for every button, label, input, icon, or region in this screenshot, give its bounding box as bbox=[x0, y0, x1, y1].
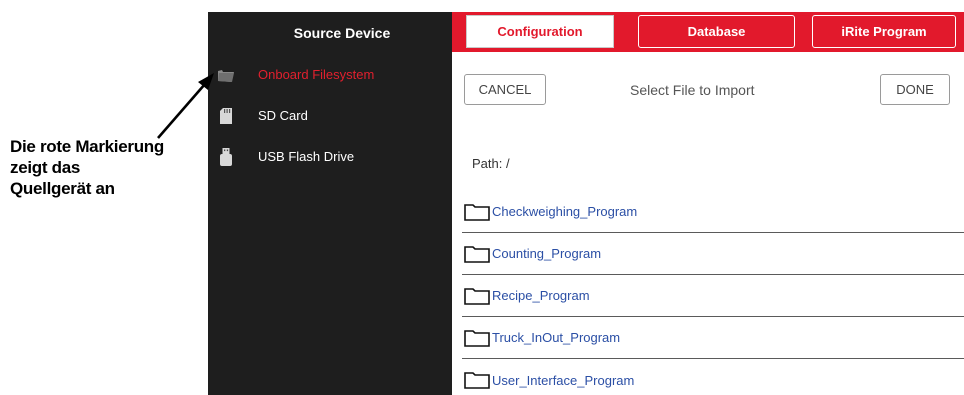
cancel-button[interactable]: CANCEL bbox=[464, 74, 546, 105]
done-button[interactable]: DONE bbox=[880, 74, 950, 105]
sd-card-icon bbox=[216, 105, 236, 127]
folder-icon bbox=[464, 287, 490, 305]
annotation-line-2: zeigt das bbox=[10, 158, 81, 177]
file-name: Checkweighing_Program bbox=[492, 204, 638, 219]
source-item-sd-card[interactable]: SD Card bbox=[208, 95, 452, 136]
folder-icon bbox=[464, 203, 490, 221]
file-import-panel: CANCEL Select File to Import DONE Path: … bbox=[452, 52, 964, 395]
folder-icon bbox=[464, 329, 490, 347]
tab-bar: Configuration Database iRite Program bbox=[452, 12, 964, 52]
source-item-usb-flash-drive[interactable]: USB Flash Drive bbox=[208, 136, 452, 177]
source-item-label: Onboard Filesystem bbox=[258, 67, 375, 82]
usb-drive-icon bbox=[216, 146, 236, 168]
file-row[interactable]: Truck_InOut_Program bbox=[462, 317, 964, 359]
annotation-line-3: Quellgerät an bbox=[10, 179, 115, 198]
tab-configuration[interactable]: Configuration bbox=[466, 15, 614, 48]
path-label: Path: / bbox=[472, 156, 510, 171]
folder-icon bbox=[216, 64, 236, 86]
file-row[interactable]: Checkweighing_Program bbox=[462, 191, 964, 233]
tab-database[interactable]: Database bbox=[638, 15, 795, 48]
source-item-onboard-filesystem[interactable]: Onboard Filesystem bbox=[208, 54, 452, 95]
file-row[interactable]: Recipe_Program bbox=[462, 275, 964, 317]
file-name: Recipe_Program bbox=[492, 288, 590, 303]
folder-icon bbox=[464, 371, 490, 389]
source-item-label: SD Card bbox=[258, 108, 308, 123]
annotation-callout: Die rote Markierung zeigt das Quellgerät… bbox=[10, 136, 205, 199]
source-item-label: USB Flash Drive bbox=[258, 149, 355, 164]
file-row[interactable]: Counting_Program bbox=[462, 233, 964, 275]
source-device-sidebar: Source Device Onboard Filesystem SD Card bbox=[208, 12, 452, 395]
file-row[interactable]: User_Interface_Program bbox=[462, 359, 964, 395]
file-name: User_Interface_Program bbox=[492, 372, 635, 388]
dialog-title: Select File to Import bbox=[630, 82, 755, 98]
annotation-line-1: Die rote Markierung bbox=[10, 137, 164, 156]
file-name: Counting_Program bbox=[492, 246, 602, 261]
tab-irite-program[interactable]: iRite Program bbox=[812, 15, 956, 48]
sidebar-title: Source Device bbox=[293, 25, 391, 41]
folder-icon bbox=[464, 245, 490, 263]
file-name: Truck_InOut_Program bbox=[492, 330, 621, 345]
